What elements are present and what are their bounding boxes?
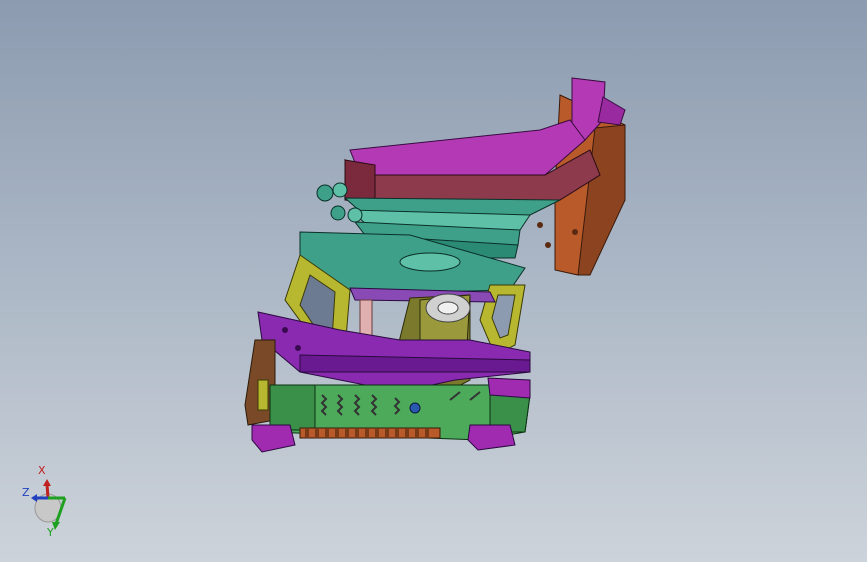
x-axis-arrow — [45, 483, 50, 499]
z-axis-head — [31, 494, 37, 502]
y-axis-label: Y — [46, 526, 54, 539]
x-axis-label: X — [38, 464, 46, 477]
graphics-viewport[interactable]: X Z Y — [0, 0, 867, 562]
z-axis-label: Z — [22, 486, 30, 499]
orientation-triad[interactable]: X Z Y — [0, 0, 867, 562]
x-axis-head — [43, 479, 51, 486]
